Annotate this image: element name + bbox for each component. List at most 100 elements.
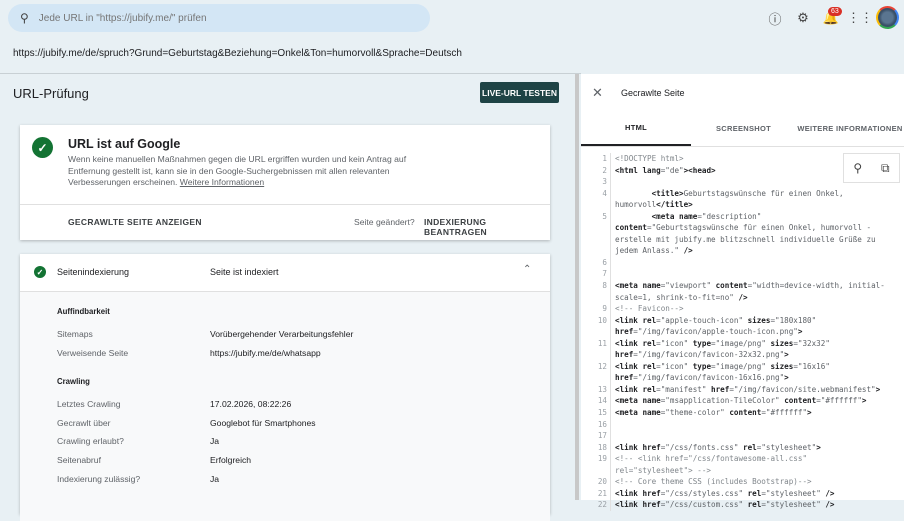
- live-url-test-button[interactable]: LIVE-URL TESTEN: [480, 82, 559, 103]
- close-icon[interactable]: ✕: [592, 85, 603, 101]
- code-token: sizes: [747, 315, 771, 325]
- code-token: <!-- <link href="/css/fontawesome-all.cs…: [615, 454, 812, 475]
- more-info-link[interactable]: Weitere Informationen: [180, 177, 264, 187]
- copy-icon[interactable]: ⧉: [881, 161, 890, 176]
- code-text: <!-- Core theme CSS (includes Bootstrap)…: [611, 476, 889, 488]
- code-token: rel: [642, 315, 657, 325]
- view-crawled-page-button[interactable]: GECRAWLTE SEITE ANZEIGEN: [68, 217, 202, 227]
- code-token: <html: [615, 165, 643, 175]
- code-token: />: [683, 246, 693, 256]
- code-token: <meta: [651, 211, 680, 221]
- code-token: href: [615, 327, 634, 337]
- check-circle-icon: ✓: [34, 266, 46, 278]
- code-token: href: [615, 373, 634, 383]
- divider: [581, 146, 904, 147]
- search-bar[interactable]: ⚲: [8, 4, 430, 32]
- code-token: >: [816, 442, 821, 452]
- code-text: <link rel="icon" type="image/png" sizes=…: [611, 338, 889, 361]
- code-token: >: [784, 373, 789, 383]
- line-number: 3: [581, 176, 611, 188]
- detail-label: Indexierung zulässig?: [57, 474, 141, 484]
- code-token: ="#ffffff": [816, 396, 862, 406]
- code-line: 17: [581, 430, 904, 442]
- indexing-card: ✓ Seitenindexierung Seite ist indexiert …: [20, 254, 550, 521]
- code-token: type: [692, 361, 712, 371]
- code-token: <link: [615, 500, 643, 510]
- code-token: <link: [615, 384, 643, 394]
- request-indexing-button[interactable]: INDEXIERUNG BEANTRAGEN: [424, 217, 550, 237]
- code-token: rel: [743, 442, 757, 452]
- code-token: ="stylesheet": [761, 488, 826, 498]
- code-token: ="180x180": [770, 315, 821, 325]
- code-token: ="viewport": [660, 281, 716, 291]
- code-token: ="/img/favicon/site.webmanifest": [729, 384, 876, 394]
- html-code-view: 1 <!DOCTYPE html> 2 <html lang="de" > <head> 3…: [581, 153, 904, 511]
- line-number: 5: [581, 210, 611, 257]
- line-number: 16: [581, 418, 611, 431]
- section-title: Auffindbarkeit: [57, 307, 110, 316]
- code-text: <title>Geburtstagswünsche für einen Onke…: [611, 188, 889, 211]
- code-text: <link rel="apple-touch-icon" sizes="180x…: [611, 315, 889, 338]
- line-number: 8: [581, 280, 611, 304]
- code-text: <link rel="manifest" href="/img/favicon/…: [611, 384, 889, 396]
- status-description: Wenn keine manuellen Maßnahmen gegen die…: [68, 154, 408, 189]
- code-token: ="/css/fonts.css": [660, 442, 744, 452]
- tab-more-info[interactable]: WEITERE INFORMATIONEN: [796, 112, 904, 146]
- indexing-details: Auffindbarkeit Sitemaps Vorübergehender …: [20, 291, 550, 521]
- code-token: >: [784, 350, 789, 360]
- line-number: 14: [581, 395, 611, 408]
- divider: [0, 73, 581, 74]
- scrollbar[interactable]: [575, 74, 579, 500]
- code-line: 5 <meta name="description" content="Gebu…: [581, 210, 904, 257]
- code-token: ="manifest": [656, 384, 712, 394]
- code-token: ="icon": [656, 361, 693, 371]
- code-text: <link href="/css/styles.css" rel="styles…: [611, 488, 889, 500]
- code-token: />: [738, 292, 748, 302]
- code-token: />: [825, 488, 835, 498]
- code-token: name: [642, 281, 661, 291]
- avatar[interactable]: [876, 6, 899, 29]
- code-token: ="msapplication-TileColor": [660, 396, 785, 406]
- detail-label: Sitemaps: [57, 329, 93, 339]
- code-token: name: [642, 408, 661, 418]
- help-icon[interactable]: ⓘ: [766, 9, 784, 27]
- search-icon[interactable]: ⚲: [853, 161, 862, 175]
- code-token: rel: [747, 500, 762, 510]
- inspected-url: https://jubify.me/de/spruch?Grund=Geburt…: [13, 48, 462, 59]
- code-toolbar: ⚲ ⧉: [843, 153, 900, 183]
- tab-screenshot[interactable]: SCREENSHOT: [691, 112, 796, 146]
- code-line: 11 <link rel="icon" type="image/png" size…: [581, 337, 904, 361]
- tab-html[interactable]: HTML: [581, 112, 691, 146]
- page-changed-label: Seite geändert?: [354, 217, 415, 227]
- code-token: <!-- Favicon-->: [615, 304, 684, 314]
- code-token: sizes: [770, 361, 794, 371]
- line-number: 21: [581, 487, 611, 500]
- apps-grid-icon[interactable]: ⋮⋮: [847, 9, 873, 27]
- code-token: <head>: [688, 165, 716, 175]
- code-token: href: [642, 500, 661, 510]
- code-token: ="/img/favicon/favicon-32x32.png": [633, 350, 785, 360]
- code-token: >: [861, 396, 867, 406]
- line-number: 15: [581, 407, 611, 419]
- code-token: >: [807, 408, 812, 418]
- url-inspect-input[interactable]: [38, 12, 399, 24]
- code-line: 22 <link href="/css/custom.css" rel="styl…: [581, 499, 904, 511]
- chevron-up-icon[interactable]: ⌃: [523, 264, 531, 275]
- indexing-label: Seitenindexierung: [57, 267, 130, 277]
- code-token: <meta: [615, 408, 643, 418]
- code-token: ="/img/favicon/favicon-16x16.png": [633, 373, 785, 383]
- line-number: 6: [581, 256, 611, 269]
- detail-label: Letztes Crawling: [57, 399, 121, 409]
- line-number: 20: [581, 476, 611, 488]
- code-line: 10 <link rel="apple-touch-icon" sizes="18…: [581, 314, 904, 338]
- user-settings-icon[interactable]: ⚙: [794, 9, 812, 27]
- code-token: <link: [615, 338, 643, 348]
- code-token: ="#ffffff": [761, 408, 808, 418]
- code-token: href: [642, 488, 661, 498]
- code-token: content: [615, 223, 648, 233]
- code-token: ="stylesheet": [756, 442, 817, 452]
- detail-value: Googlebot für Smartphones: [210, 418, 316, 428]
